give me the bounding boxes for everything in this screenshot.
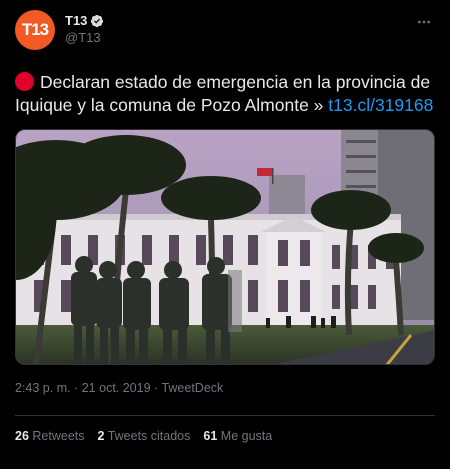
retweets-stat[interactable]: 26 Retweets xyxy=(15,429,85,447)
tweet-text: Declaran estado de emergencia en la prov… xyxy=(15,71,435,117)
retweets-label: Retweets xyxy=(32,429,85,443)
author-info: T13 @T13 xyxy=(65,13,414,45)
tweet-metadata: 2:43 p. m. · 21 oct. 2019 · TweetDeck xyxy=(15,381,434,397)
likes-stat[interactable]: 61 Me gusta xyxy=(203,429,272,447)
display-name-row: T13 xyxy=(65,13,414,28)
tweet-source[interactable]: TweetDeck xyxy=(161,381,223,395)
likes-label: Me gusta xyxy=(220,429,273,443)
engagement-stats: 26 Retweets 2 Tweets citados 61 Me gusta xyxy=(15,429,434,447)
tweet-header: T13 T13 @T13 xyxy=(15,10,434,54)
tweet-time[interactable]: 2:43 p. m. xyxy=(15,381,71,395)
retweets-count: 26 xyxy=(15,429,29,443)
ellipsis-icon[interactable] xyxy=(414,14,434,34)
avatar[interactable]: T13 xyxy=(15,10,55,50)
tweet-photo[interactable] xyxy=(15,129,435,365)
avatar-logo-text: T13 xyxy=(21,20,49,39)
tweet-date[interactable]: 21 oct. 2019 xyxy=(82,381,151,395)
quotes-count: 2 xyxy=(97,429,105,443)
handle[interactable]: @T13 xyxy=(65,30,414,45)
display-name[interactable]: T13 xyxy=(65,13,87,28)
red-circle-emoji-icon xyxy=(15,72,34,91)
quotes-stat[interactable]: 2 Tweets citados xyxy=(98,429,191,447)
verified-badge-icon xyxy=(91,14,104,27)
tweet-link[interactable]: t13.cl/319168 xyxy=(328,95,433,115)
likes-count: 61 xyxy=(203,429,218,443)
meta-separator: · xyxy=(74,381,79,395)
divider xyxy=(15,415,435,416)
quotes-label: Tweets citados xyxy=(107,429,191,443)
tweet-card[interactable]: T13 T13 @T13 Declaran estado de emergenc… xyxy=(0,0,450,469)
photo-scene xyxy=(16,130,434,364)
meta-separator: · xyxy=(154,381,159,395)
